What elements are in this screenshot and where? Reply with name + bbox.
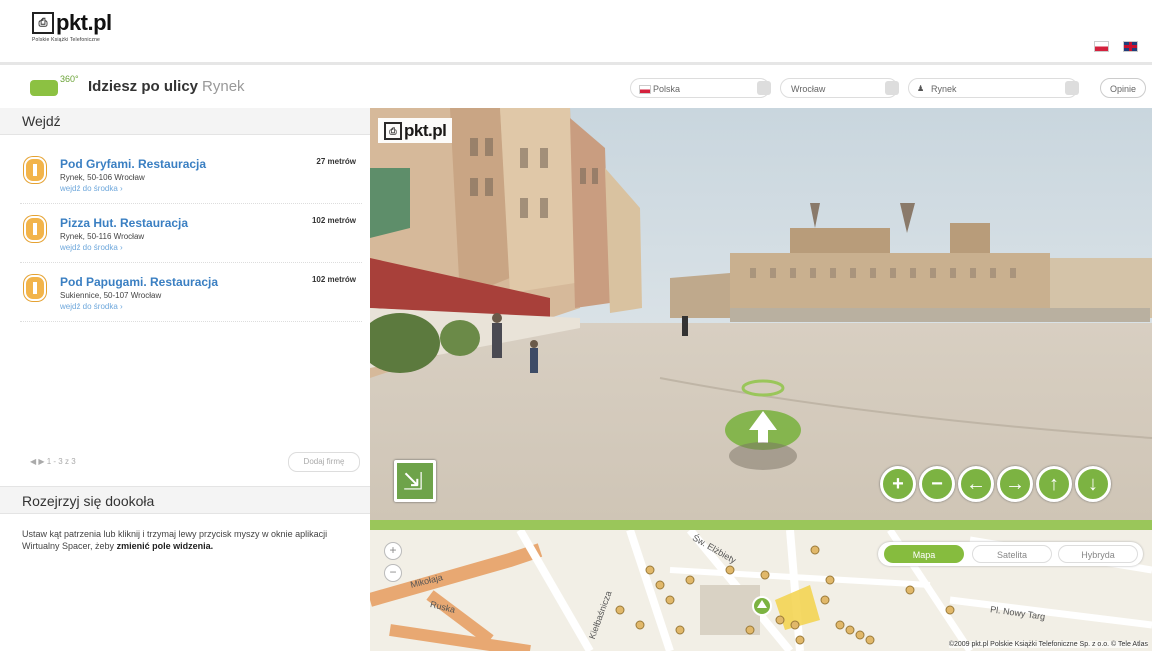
look-around-text: Ustaw kąt patrzenia lub kliknij i trzyma… [22,528,352,552]
restaurant-pin-icon [24,275,46,301]
panorama-controls: + − ← → ↑ ↓ [880,466,1114,502]
place-name[interactable]: Pod Gryfami. Restauracja [60,157,206,171]
street-select[interactable]: ♟ Rynek [908,78,1079,98]
dropdown-icon[interactable] [757,81,771,95]
resize-handle[interactable] [370,520,1152,530]
map-type-satellite[interactable]: Satelita [972,545,1052,563]
camera-360-icon [30,80,58,96]
map-zoom-in-icon[interactable]: + [384,542,402,560]
street-map[interactable]: + − Mikołaja Ruska Kiełbaśnicza Pl. Nowy… [370,530,1152,651]
next-page-icon[interactable]: ▶ [38,457,46,466]
place-address: Sukiennice, 50-107 Wrocław [60,291,162,300]
uk-flag-icon[interactable] [1123,41,1138,53]
enter-link[interactable]: wejdź do środka › [60,243,123,252]
zoom-out-icon[interactable]: − [919,466,955,502]
left-panel: Wejdź Pod Gryfami. Restauracja Rynek, 50… [0,108,370,651]
enter-heading: Wejdź [0,108,370,135]
street-view-panorama[interactable]: ⎙pkt.pl +−←→↑↓ [370,108,1152,520]
look-down-icon[interactable]: ↓ [1075,466,1111,502]
look-around-heading: Rozejrzyj się dookoła [0,486,370,514]
rotate-right-icon[interactable]: → [997,466,1033,502]
look-up-icon[interactable]: ↑ [1036,466,1072,502]
map-zoom-out-icon[interactable]: − [384,564,402,582]
logo-subtitle: Polskie Książki Telefoniczne [32,37,101,43]
title-prefix: Idziesz po ulicy [88,78,199,95]
enter-link[interactable]: wejdź do środka › [60,302,123,311]
place-distance: 102 metrów [311,216,356,225]
logo-text: pkt.pl [56,10,112,35]
place-distance: 27 metrów [316,157,356,166]
enter-link[interactable]: wejdź do środka › [60,184,123,193]
pager: ◀ ▶ 1 - 3 z 3 [30,457,76,466]
place-address: Rynek, 50-116 Wrocław [60,232,145,241]
zoom-in-icon[interactable]: + [880,466,916,502]
place-name[interactable]: Pizza Hut. Restauracja [60,216,188,230]
pl-flag-icon [639,85,651,94]
city-select-value: Wrocław [791,84,826,94]
watermark-text: pkt.pl [404,121,447,140]
top-bar: ⎙ pkt.pl Polskie Książki Telefoniczne [0,0,1152,65]
street-icon: ♟ [917,84,925,93]
city-select[interactable]: Wrocław [780,78,899,98]
logo-icon: ⎙ [384,122,402,140]
list-item[interactable]: Pod Papugami. Restauracja Sukiennice, 50… [20,263,362,322]
fullscreen-button[interactable] [394,460,436,502]
map-type-hybrid[interactable]: Hybryda [1058,545,1138,563]
map-type-toggle: Mapa Satelita Hybryda [878,542,1143,566]
map-type-map[interactable]: Mapa [884,545,964,563]
restaurant-pin-icon [24,216,46,242]
badge-360-label: 360° [60,74,79,84]
look-text-bold: zmienić pole widzenia. [116,541,214,551]
place-address: Rynek, 50-106 Wrocław [60,173,145,182]
dropdown-icon[interactable] [1065,81,1079,95]
country-select-value: Polska [653,84,681,94]
pl-flag-icon[interactable] [1093,41,1109,53]
pkt-logo[interactable]: ⎙ pkt.pl Polskie Książki Telefoniczne [32,10,112,43]
logo-icon: ⎙ [32,12,54,34]
panorama-watermark: ⎙ pkt.pl [378,118,453,143]
opinions-button[interactable]: Opinie [1100,78,1146,98]
pager-range: 1 - 3 z 3 [46,457,76,466]
language-flags [1084,38,1138,56]
add-company-button[interactable]: Dodaj firmę [288,452,360,472]
map-copyright: ©2009 pkt.pl Polskie Książki Telefoniczn… [948,641,1148,648]
street-select-value: Rynek [931,84,957,94]
panorama-scene [370,108,1152,520]
dropdown-icon[interactable] [885,81,899,95]
country-select[interactable]: Polska [630,78,771,98]
restaurant-pin-icon [24,157,46,183]
list-item[interactable]: Pod Gryfami. Restauracja Rynek, 50-106 W… [20,145,362,204]
page-title: Idziesz po ulicy Rynek [88,78,245,95]
place-name[interactable]: Pod Papugami. Restauracja [60,275,218,289]
rotate-left-icon[interactable]: ← [958,466,994,502]
place-distance: 102 metrów [311,275,356,284]
list-item[interactable]: Pizza Hut. Restauracja Rynek, 50-116 Wro… [20,204,362,263]
street-bar: 360° Idziesz po ulicy Rynek Polska Wrocła… [0,66,1152,108]
current-street: Rynek [202,78,245,95]
